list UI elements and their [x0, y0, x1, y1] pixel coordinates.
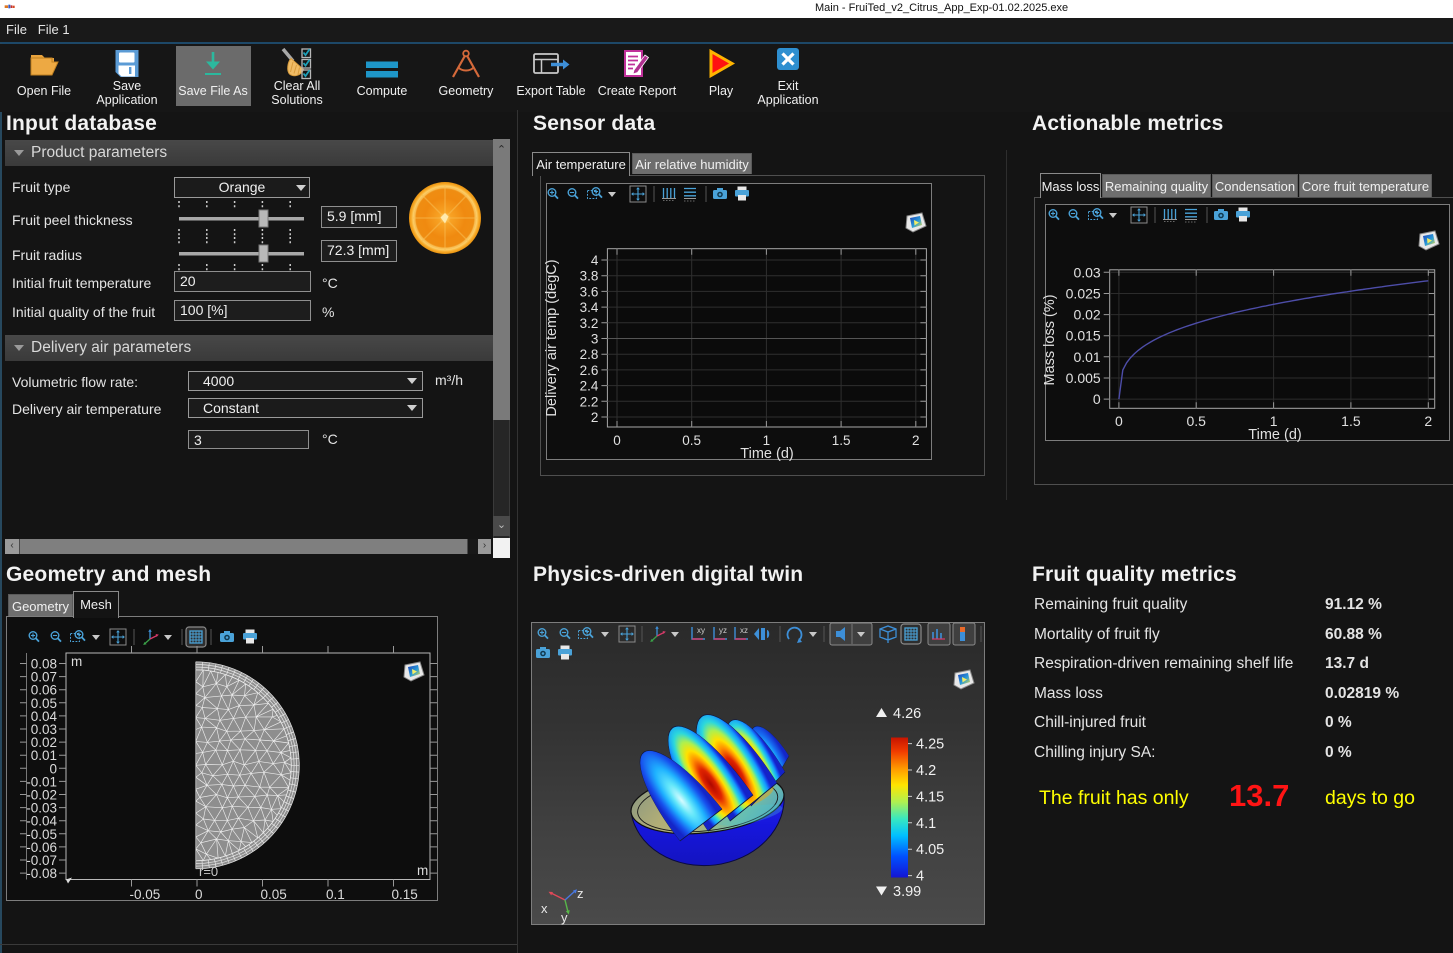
- svg-text:2.8: 2.8: [580, 347, 599, 362]
- svg-text:xz: xz: [740, 626, 748, 635]
- svg-text:Mass loss (%): Mass loss (%): [1042, 294, 1058, 385]
- svg-text:1.5: 1.5: [832, 433, 851, 448]
- svg-text:z: z: [577, 886, 584, 901]
- svg-text:0.5: 0.5: [682, 433, 701, 448]
- svg-text:2: 2: [591, 410, 599, 425]
- svg-text:2: 2: [912, 433, 920, 448]
- svg-text:0.02: 0.02: [1073, 307, 1100, 323]
- svg-text:x: x: [541, 901, 548, 916]
- svg-text:0.03: 0.03: [1073, 264, 1100, 280]
- svg-text:1.5: 1.5: [1341, 413, 1361, 429]
- svg-text:Time (d): Time (d): [740, 446, 793, 462]
- svg-text:3.8: 3.8: [580, 269, 599, 284]
- svg-text:-0.08: -0.08: [26, 866, 57, 881]
- svg-text:3.6: 3.6: [580, 284, 599, 299]
- svg-text:4: 4: [916, 869, 924, 885]
- svg-text:0: 0: [1093, 391, 1101, 407]
- svg-text:2.2: 2.2: [580, 394, 599, 409]
- svg-text:4.05: 4.05: [916, 842, 944, 858]
- svg-text:4.2: 4.2: [916, 763, 936, 779]
- svg-text:0: 0: [613, 433, 621, 448]
- svg-text:0.15: 0.15: [392, 887, 418, 902]
- svg-text:0.025: 0.025: [1066, 286, 1101, 302]
- svg-text:yz: yz: [719, 626, 727, 635]
- svg-text:2: 2: [1424, 413, 1432, 429]
- svg-text:0.1: 0.1: [326, 887, 345, 902]
- svg-text:3.2: 3.2: [580, 316, 599, 331]
- svg-text:Delivery air temp (degC): Delivery air temp (degC): [544, 259, 560, 416]
- svg-text:2.6: 2.6: [580, 363, 599, 378]
- svg-text:4.1: 4.1: [916, 816, 936, 832]
- svg-text:0: 0: [1115, 413, 1123, 429]
- svg-text:m: m: [417, 863, 428, 878]
- svg-text:0.005: 0.005: [1066, 370, 1101, 386]
- svg-text:4.25: 4.25: [916, 737, 944, 753]
- svg-text:m: m: [71, 654, 82, 669]
- svg-text:0.05: 0.05: [261, 887, 287, 902]
- svg-text:2.4: 2.4: [580, 379, 599, 394]
- svg-text:0.01: 0.01: [1073, 349, 1100, 365]
- svg-text:3: 3: [591, 332, 599, 347]
- svg-text:0: 0: [195, 887, 203, 902]
- svg-text:y: y: [561, 910, 568, 925]
- svg-text:3.99: 3.99: [893, 884, 921, 900]
- svg-text:0.015: 0.015: [1066, 328, 1101, 344]
- svg-text:-0.05: -0.05: [130, 887, 161, 902]
- svg-text:4: 4: [591, 253, 599, 268]
- svg-text:0.5: 0.5: [1186, 413, 1206, 429]
- svg-text:4.26: 4.26: [893, 706, 921, 722]
- svg-text:Time (d): Time (d): [1248, 427, 1301, 443]
- svg-text:4.15: 4.15: [916, 789, 944, 805]
- svg-text:3.4: 3.4: [580, 300, 599, 315]
- svg-text:r=0: r=0: [199, 864, 218, 879]
- svg-text:xy: xy: [697, 626, 705, 635]
